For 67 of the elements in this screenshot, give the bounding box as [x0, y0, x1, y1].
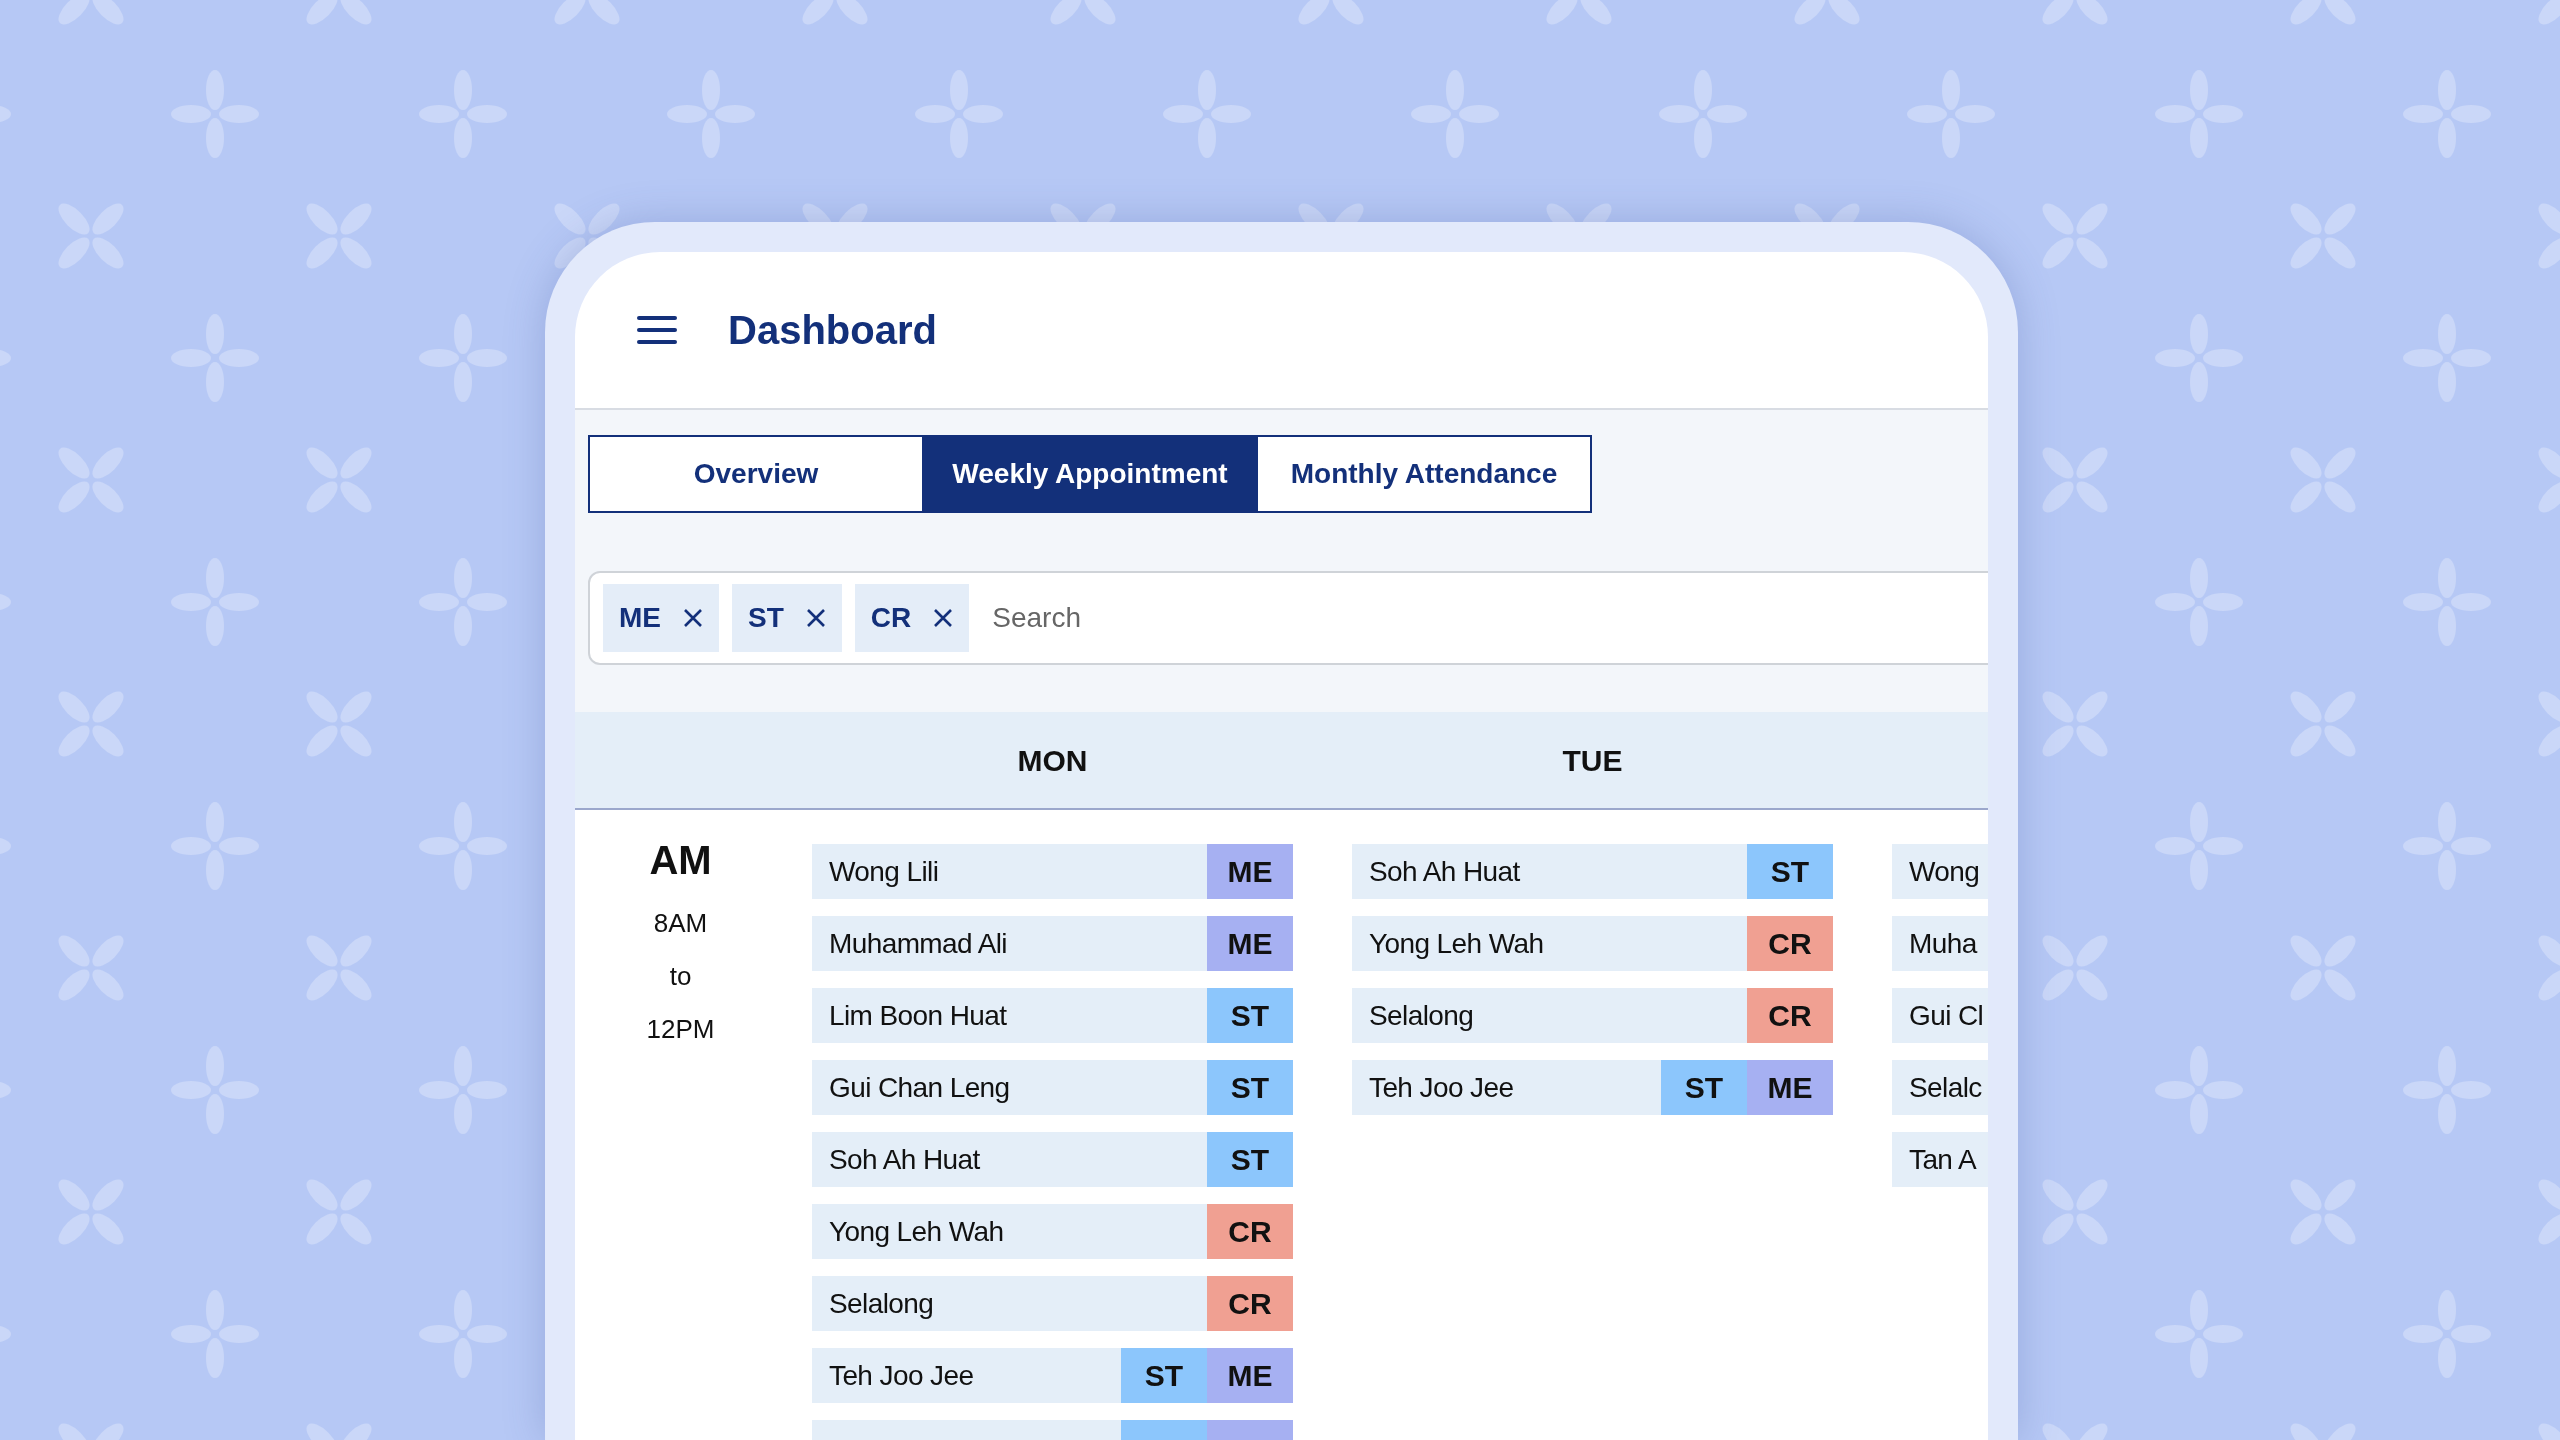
patient-name: Wong — [1908, 854, 1980, 889]
service-tag: ME — [1747, 1060, 1833, 1115]
service-tag: CR — [1207, 1276, 1293, 1331]
appointment-row[interactable]: Wong — [1892, 844, 1988, 899]
time-range: 8AM — [653, 907, 708, 940]
time-range: to — [669, 960, 692, 993]
appointment-row[interactable]: Yong Leh Wah CR — [812, 1204, 1293, 1259]
patient-name: Yong Leh Wah — [828, 1214, 1004, 1249]
filter-chip[interactable]: ME — [603, 584, 719, 652]
appointment-row[interactable]: Yong Leh Wah CR — [1352, 916, 1833, 971]
service-tag: ST — [1661, 1060, 1747, 1115]
service-tag: ST — [1121, 1348, 1207, 1403]
patient-name: Selalc — [1908, 1070, 1982, 1105]
patient-name: Yong Leh Wah — [1368, 926, 1544, 961]
service-tag: ME — [1207, 1348, 1293, 1403]
patient-name: Soh Ah Huat — [1368, 854, 1520, 889]
service-tag: ME — [1207, 844, 1293, 899]
appointment-row[interactable]: Tan A — [1892, 1132, 1988, 1187]
day-heading: TUE — [1562, 742, 1623, 779]
service-tag: CR — [1747, 988, 1833, 1043]
patient-name: Selalong — [828, 1286, 934, 1321]
service-tag: CR — [1747, 916, 1833, 971]
filter-chip[interactable]: ST — [732, 584, 842, 652]
patient-name: Muhammad Ali — [828, 926, 1007, 961]
period-label: AM — [649, 837, 712, 884]
patient-name: Soh Ah Huat — [828, 1142, 980, 1177]
menu-icon[interactable] — [637, 315, 677, 345]
appointment-row[interactable]: Lim Boon Huat ST — [812, 988, 1293, 1043]
tab[interactable]: Overview — [588, 435, 924, 513]
service-tag: ST — [1747, 844, 1833, 899]
appointment-row[interactable]: Selalong CR — [1352, 988, 1833, 1043]
search-input[interactable]: Search — [992, 597, 1988, 639]
appointment-row[interactable]: Wong Lili ME — [812, 844, 1293, 899]
appointment-row[interactable]: Muha — [1892, 916, 1988, 971]
service-tag: CR — [1207, 1204, 1293, 1259]
patient-name: Teh Joo Jee — [828, 1358, 974, 1393]
appointment-row[interactable]: Gui Chan Leng ST — [812, 1060, 1293, 1115]
appointment-row[interactable]: Teh Joo Jee ST ME — [1352, 1060, 1833, 1115]
patient-name: Muha — [1908, 926, 1977, 961]
tab[interactable]: Weekly Appointment — [922, 435, 1258, 513]
appointment-row[interactable]: Soh Ah Huat ST — [1352, 844, 1833, 899]
appointment-row[interactable]: Muhammad Ali ME — [812, 916, 1293, 971]
patient-name: Gui Cl — [1908, 998, 1984, 1033]
patient-name: Gui Chan Leng — [828, 1070, 1010, 1105]
page-title: Dashboard — [728, 307, 937, 354]
patient-name: Lim Boon Huat — [828, 998, 1007, 1033]
close-icon[interactable] — [805, 608, 826, 628]
service-tag: ST — [1207, 1132, 1293, 1187]
search-field[interactable]: ME ST CR Search — [588, 571, 1988, 665]
appointment-row[interactable]: Selalc — [1892, 1060, 1988, 1115]
service-tag: ST — [1207, 1060, 1293, 1115]
tab[interactable]: Monthly Attendance — [1256, 435, 1592, 513]
patient-name: Teh Joo Jee — [1368, 1070, 1514, 1105]
appointment-row[interactable]: Selalong CR — [812, 1276, 1293, 1331]
close-icon[interactable] — [683, 608, 703, 628]
patient-name: Selalong — [1368, 998, 1474, 1033]
appointment-row[interactable]: Gui Cl — [1892, 988, 1988, 1043]
patient-name: Tan A — [1908, 1142, 1977, 1177]
appointment-row[interactable]: Teh Joo Jee ST ME — [812, 1348, 1293, 1403]
service-tag: ST — [1207, 988, 1293, 1043]
filter-chip[interactable]: CR — [854, 584, 970, 652]
time-range: 12PM — [646, 1013, 715, 1046]
day-heading: MON — [1017, 742, 1088, 779]
close-icon[interactable] — [933, 608, 954, 628]
service-tag: ME — [1207, 916, 1293, 971]
appointment-row[interactable]: Soh Ah Huat ST — [812, 1132, 1293, 1187]
patient-name: Wong Lili — [828, 854, 939, 889]
